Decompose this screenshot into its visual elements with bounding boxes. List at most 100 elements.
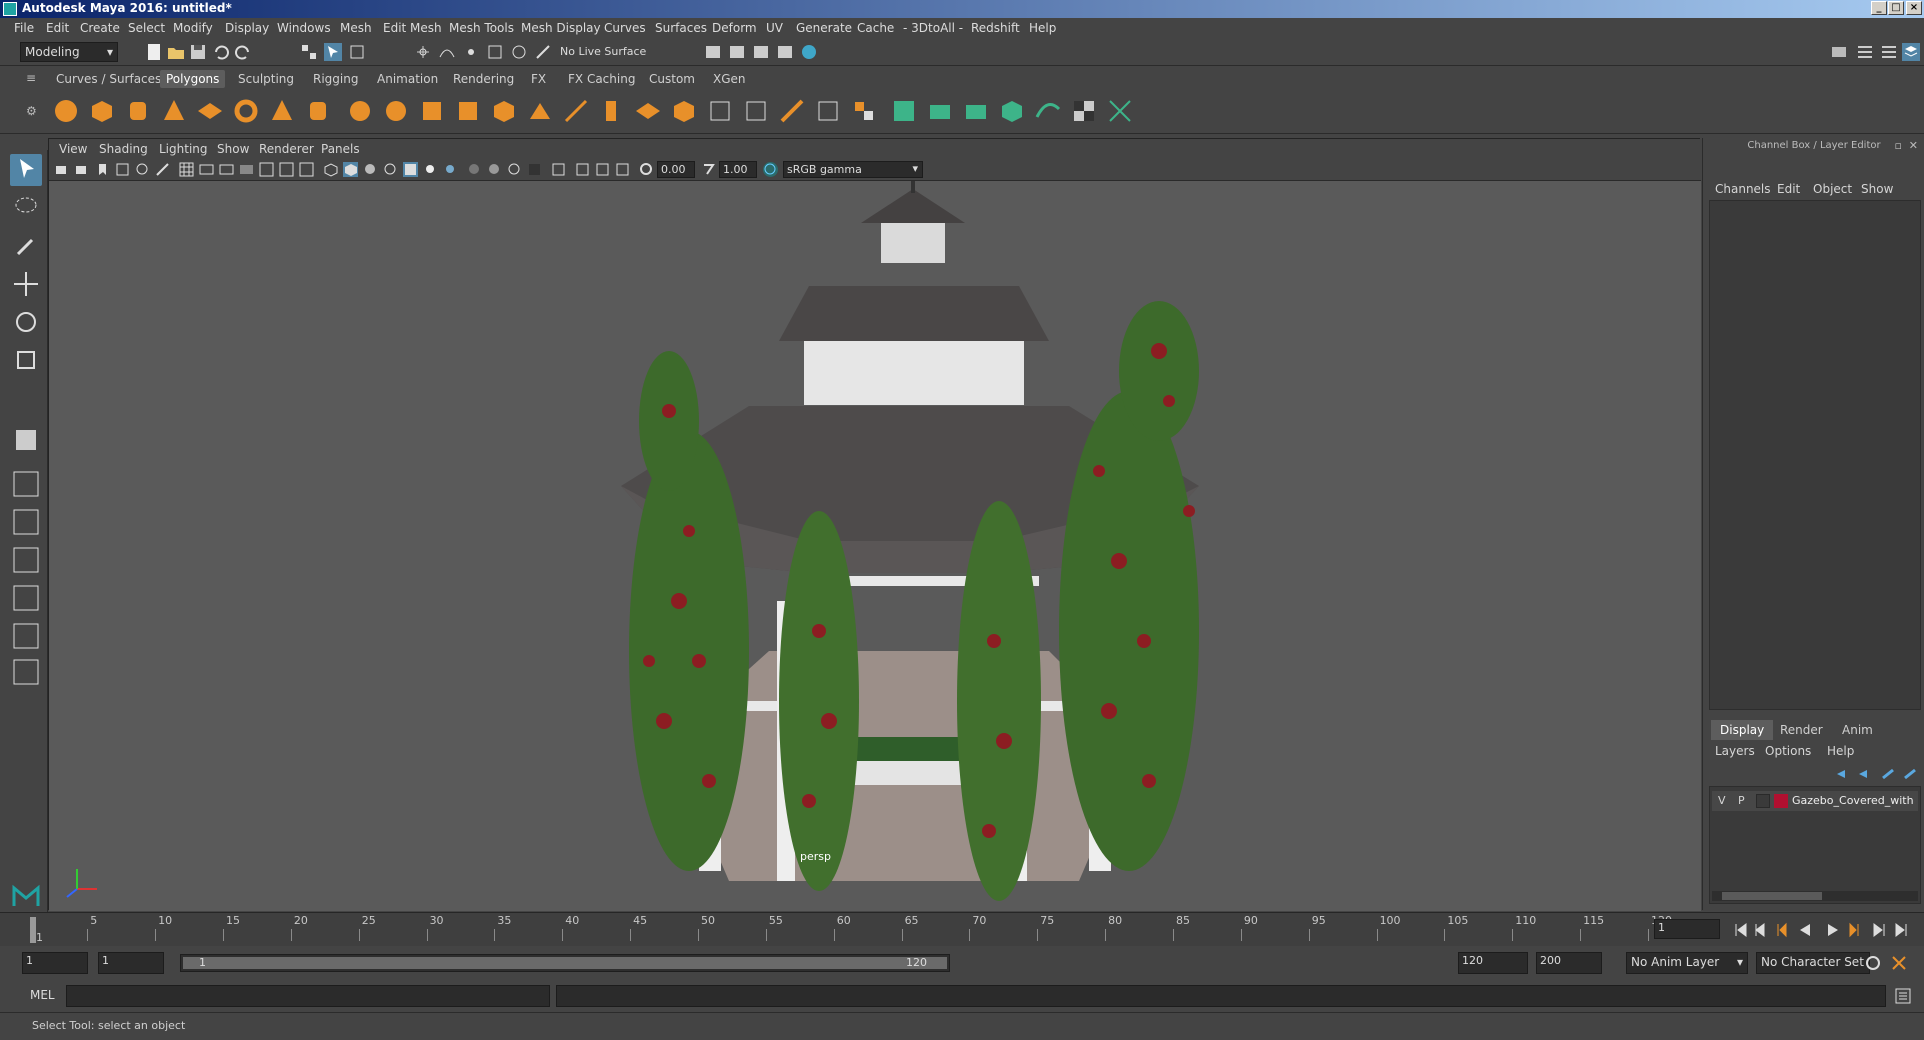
tab-fx-caching[interactable]: FX Caching bbox=[562, 70, 641, 88]
bridge-icon[interactable] bbox=[634, 97, 662, 125]
smooth-icon[interactable] bbox=[490, 97, 518, 125]
exposure-icon[interactable] bbox=[639, 162, 654, 177]
go-to-end-icon[interactable] bbox=[1895, 923, 1907, 937]
float-panel-icon[interactable]: ▫ bbox=[1895, 139, 1902, 152]
tab-animation[interactable]: Animation bbox=[371, 70, 444, 88]
move-tool-icon[interactable] bbox=[10, 268, 42, 300]
menu-edit-mesh[interactable]: Edit Mesh bbox=[383, 21, 442, 35]
safe-title-icon[interactable] bbox=[299, 162, 314, 177]
animation-start-field[interactable]: 1 bbox=[22, 952, 88, 974]
mesh-boolean-icon[interactable] bbox=[454, 97, 482, 125]
layer-playback-toggle[interactable]: P bbox=[1738, 794, 1745, 807]
poly-pipe-icon[interactable] bbox=[304, 97, 332, 125]
tab-polygons[interactable]: Polygons bbox=[160, 70, 226, 88]
menu-deform[interactable]: Deform bbox=[712, 21, 757, 35]
command-language-label[interactable]: MEL bbox=[30, 988, 55, 1002]
layer-scrollbar[interactable] bbox=[1712, 891, 1918, 901]
camera-attributes-icon[interactable] bbox=[75, 162, 90, 177]
script-editor-icon[interactable] bbox=[1894, 987, 1912, 1005]
grease-pencil-icon[interactable] bbox=[155, 162, 170, 177]
textured-icon[interactable] bbox=[403, 162, 418, 177]
xray-components-icon[interactable] bbox=[615, 162, 630, 177]
step-forward-key-icon[interactable] bbox=[1849, 922, 1859, 938]
anim-layer-dropdown[interactable]: No Anim Layer ▾ bbox=[1626, 952, 1748, 974]
snapshot-icon[interactable] bbox=[890, 97, 918, 125]
panel-menu-shading[interactable]: Shading bbox=[99, 142, 148, 156]
menu-help[interactable]: Help bbox=[1029, 21, 1056, 35]
move-layer-up-icon[interactable] bbox=[1837, 770, 1845, 778]
hypershade-icon[interactable] bbox=[800, 43, 818, 61]
move-layer-down-icon[interactable] bbox=[1859, 770, 1867, 778]
panel-menu-lighting[interactable]: Lighting bbox=[159, 142, 208, 156]
checker-icon[interactable] bbox=[1070, 97, 1098, 125]
xray-joints-icon[interactable] bbox=[595, 162, 610, 177]
outliner-layout-icon[interactable] bbox=[10, 582, 42, 614]
command-input[interactable] bbox=[66, 985, 550, 1007]
single-pane-layout-icon[interactable] bbox=[10, 468, 42, 500]
tab-rigging[interactable]: Rigging bbox=[307, 70, 364, 88]
tab-rendering[interactable]: Rendering bbox=[447, 70, 520, 88]
playback-range-bar[interactable]: 1 120 bbox=[180, 954, 950, 972]
extrude-icon[interactable] bbox=[598, 97, 626, 125]
ipr-render-icon[interactable] bbox=[752, 43, 770, 61]
cylindrical-map-icon[interactable] bbox=[742, 97, 770, 125]
poly-sphere-icon[interactable] bbox=[52, 97, 80, 125]
current-time-marker[interactable] bbox=[30, 917, 36, 943]
2d-pan-zoom-icon[interactable] bbox=[135, 162, 150, 177]
play-backwards-icon[interactable] bbox=[1800, 924, 1810, 936]
render-view-icon[interactable] bbox=[704, 43, 722, 61]
layer-row[interactable]: V P Gazebo_Covered_with bbox=[1712, 791, 1918, 811]
open-scene-icon[interactable] bbox=[167, 43, 185, 61]
menu-file[interactable]: File bbox=[14, 21, 34, 35]
shelf-options-icon[interactable]: ⚙ bbox=[26, 104, 37, 118]
menu-uv[interactable]: UV bbox=[766, 21, 783, 35]
layer-menu-options[interactable]: Options bbox=[1765, 744, 1811, 758]
menu-mesh-tools[interactable]: Mesh Tools bbox=[449, 21, 514, 35]
combine-icon[interactable] bbox=[346, 97, 374, 125]
lasso-tool-icon[interactable] bbox=[10, 192, 42, 224]
motion-blur-icon[interactable] bbox=[487, 162, 502, 177]
save-scene-icon[interactable] bbox=[189, 43, 207, 61]
layer-menu-layers[interactable]: Layers bbox=[1715, 744, 1755, 758]
bevel-icon[interactable] bbox=[670, 97, 698, 125]
view-transform-dropdown[interactable]: sRGB gamma ▾ bbox=[783, 161, 923, 178]
channel-box-menu-show[interactable]: Show bbox=[1861, 182, 1893, 196]
panel-menu-view[interactable]: View bbox=[59, 142, 87, 156]
wireframe-on-shaded-icon[interactable] bbox=[383, 162, 398, 177]
step-back-icon[interactable] bbox=[1755, 923, 1765, 937]
character-set-dropdown[interactable]: No Character Set bbox=[1756, 952, 1870, 974]
new-scene-icon[interactable] bbox=[145, 43, 163, 61]
poly-cube-icon[interactable] bbox=[88, 97, 116, 125]
poly-torus-icon[interactable] bbox=[232, 97, 260, 125]
multi-cut-icon[interactable] bbox=[562, 97, 590, 125]
triangulate-icon[interactable] bbox=[526, 97, 554, 125]
play-forwards-icon[interactable] bbox=[1828, 924, 1838, 936]
smooth-shade-icon[interactable] bbox=[343, 162, 358, 177]
snap-live-icon[interactable] bbox=[510, 43, 528, 61]
snap-grid-icon[interactable] bbox=[414, 43, 432, 61]
step-back-key-icon[interactable] bbox=[1777, 922, 1787, 938]
tab-fx[interactable]: FX bbox=[525, 70, 552, 88]
menu-3dtoall[interactable]: - 3DtoAll - bbox=[903, 21, 963, 35]
graph-editor-icon[interactable] bbox=[1034, 97, 1062, 125]
shelf-menu-icon[interactable]: ≡ bbox=[26, 71, 36, 85]
rotate-tool-icon[interactable] bbox=[10, 306, 42, 338]
animation-end-field[interactable]: 200 bbox=[1536, 952, 1602, 974]
playback-end-field[interactable]: 120 bbox=[1458, 952, 1528, 974]
close-panel-icon[interactable]: ✕ bbox=[1909, 139, 1918, 152]
channel-box-toggle-icon[interactable] bbox=[1902, 43, 1920, 61]
time-slider[interactable]: 1 5 10 15 20 25 30 35 40 45 50 55 60 65 70 75 80 85 90 95 10… bbox=[0, 912, 1924, 946]
redo-icon[interactable] bbox=[234, 43, 252, 61]
snap-together-icon[interactable] bbox=[1106, 97, 1134, 125]
tab-display[interactable]: Display bbox=[1711, 720, 1774, 740]
minimize-button[interactable]: _ bbox=[1871, 1, 1887, 15]
scale-tool-icon[interactable] bbox=[10, 344, 42, 376]
panel-menu-panels[interactable]: Panels bbox=[321, 142, 360, 156]
menu-generate[interactable]: Generate bbox=[796, 21, 852, 35]
default-material-icon[interactable] bbox=[363, 162, 378, 177]
toolbox-options-icon[interactable] bbox=[10, 656, 42, 688]
poly-cone-icon[interactable] bbox=[160, 97, 188, 125]
show-manipulator-icon[interactable] bbox=[10, 424, 42, 456]
select-component-icon[interactable] bbox=[348, 43, 366, 61]
ghost-icon[interactable] bbox=[962, 97, 990, 125]
